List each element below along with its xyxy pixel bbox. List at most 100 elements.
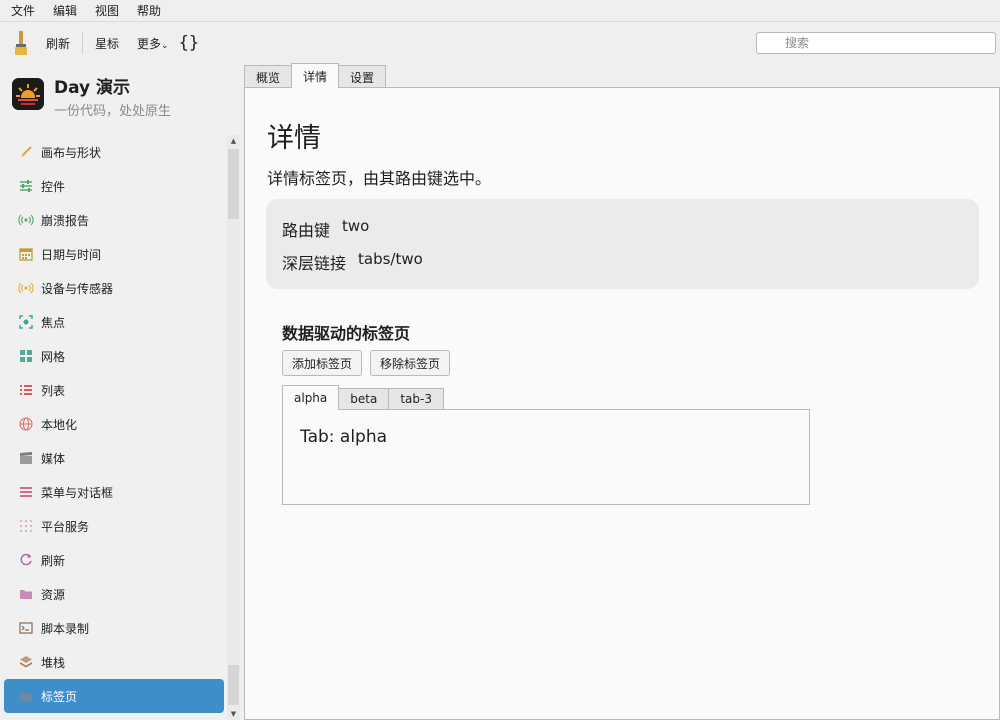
sidebar-item-label: 平台服务 [41, 519, 90, 534]
sidebar-item-media[interactable]: 媒体 [4, 441, 224, 475]
braces-button[interactable]: {} [179, 33, 199, 53]
menu-file[interactable]: 文件 [0, 2, 42, 19]
menu-view[interactable]: 视图 [84, 2, 126, 19]
tab-beta[interactable]: beta [338, 388, 390, 409]
more-button-label: 更多 [137, 36, 162, 51]
broadcast-icon [18, 212, 34, 228]
broom-icon[interactable] [8, 28, 34, 58]
sidebar-item-controls[interactable]: 控件 [4, 169, 224, 203]
section-title: 数据驱动的标签页 [282, 324, 411, 343]
grid-icon [18, 348, 34, 364]
sidebar-item-tabs[interactable]: 标签页 [4, 679, 224, 713]
calendar-icon [18, 246, 34, 262]
sidebar-item-label: 日期与时间 [41, 247, 102, 262]
route-key-row: 路由键 two [282, 217, 369, 241]
sidebar-item-label: 媒体 [41, 451, 66, 466]
sidebar-item-localization[interactable]: 本地化 [4, 407, 224, 441]
sidebar: Day 演示 一份代码，处处原生 画布与形状 控件 崩溃报告 日期与时间 设备与… [0, 64, 244, 720]
star-button[interactable]: 星标 [89, 35, 125, 52]
scroll-up-icon[interactable]: ▲ [227, 135, 240, 147]
sidebar-scrollbar[interactable]: ▲ ▼ [227, 135, 240, 720]
sidebar-item-resources[interactable]: 资源 [4, 577, 224, 611]
scroll-down-icon[interactable]: ▼ [227, 708, 240, 720]
menu-bar: 文件 编辑 视图 帮助 [0, 0, 1000, 22]
focus-icon [18, 314, 34, 330]
tab-settings[interactable]: 设置 [338, 65, 387, 88]
tab-panel-text: Tab: alpha [300, 427, 388, 447]
sidebar-item-label: 脚本录制 [41, 621, 90, 636]
brand-subtitle: 一份代码，处处原生 [54, 104, 172, 119]
folder-icon [18, 586, 34, 602]
deep-link-label: 深层链接 [282, 254, 347, 273]
dots-icon [18, 518, 34, 534]
remove-tab-button[interactable]: 移除标签页 [370, 350, 451, 376]
sidebar-item-label: 资源 [41, 587, 66, 602]
search-input[interactable] [756, 32, 996, 54]
data-tabs: alpha beta tab-3 [282, 385, 444, 410]
tab-3[interactable]: tab-3 [388, 388, 444, 409]
toolbar: 刷新 星标 更多⌄ {} [0, 22, 1000, 64]
sidebar-item-grid[interactable]: 网格 [4, 339, 224, 373]
sensor-icon [18, 280, 34, 296]
route-key-label: 路由键 [282, 221, 331, 240]
detail-panel: 详情 详情标签页，由其路由键选中。 路由键 two 深层链接 tabs/two … [244, 87, 1000, 720]
sidebar-item-label: 刷新 [41, 553, 66, 568]
sidebar-item-focus[interactable]: 焦点 [4, 305, 224, 339]
tab-details[interactable]: 详情 [291, 63, 340, 88]
sidebar-item-menus-dialogs[interactable]: 菜单与对话框 [4, 475, 224, 509]
sidebar-item-label: 堆栈 [41, 655, 66, 670]
sidebar-item-label: 画布与形状 [41, 145, 102, 160]
sidebar-item-stack[interactable]: 堆栈 [4, 645, 224, 679]
sidebar-item-devices-sensors[interactable]: 设备与传感器 [4, 271, 224, 305]
sidebar-item-refresh[interactable]: 刷新 [4, 543, 224, 577]
tab-overview[interactable]: 概览 [244, 65, 293, 88]
menu-edit[interactable]: 编辑 [42, 2, 84, 19]
globe-icon [18, 416, 34, 432]
scrollbar-track-segment [228, 665, 239, 705]
page-title: 详情 [267, 123, 321, 154]
terminal-icon [18, 620, 34, 636]
sidebar-item-label: 标签页 [41, 689, 78, 704]
add-tab-button[interactable]: 添加标签页 [282, 350, 363, 376]
sidebar-item-date-time[interactable]: 日期与时间 [4, 237, 224, 271]
sidebar-item-list[interactable]: 列表 [4, 373, 224, 407]
stack-icon [18, 654, 34, 670]
menu-icon [18, 484, 34, 500]
sunrise-logo-icon [12, 78, 44, 110]
sidebar-item-label: 控件 [41, 179, 66, 194]
sidebar-item-crash-reports[interactable]: 崩溃报告 [4, 203, 224, 237]
sidebar-item-label: 焦点 [41, 315, 66, 330]
scrollbar-thumb[interactable] [228, 149, 239, 219]
sidebar-item-script-recording[interactable]: 脚本录制 [4, 611, 224, 645]
sidebar-item-canvas[interactable]: 画布与形状 [4, 135, 224, 169]
clapper-icon [18, 450, 34, 466]
menu-help[interactable]: 帮助 [126, 2, 168, 19]
brand-title: Day 演示 [54, 78, 131, 98]
brush-icon [18, 144, 34, 160]
deep-link-value: tabs/two [358, 250, 423, 268]
sidebar-nav: 画布与形状 控件 崩溃报告 日期与时间 设备与传感器 焦点 网格 列表 本地化 … [4, 135, 224, 713]
brand: Day 演示 一份代码，处处原生 [12, 78, 171, 119]
more-button[interactable]: 更多⌄ [131, 35, 175, 52]
sidebar-item-label: 网格 [41, 349, 66, 364]
tabs-icon [18, 688, 34, 704]
tab-alpha[interactable]: alpha [282, 385, 340, 410]
sidebar-item-label: 设备与传感器 [41, 281, 114, 296]
sidebar-item-label: 列表 [41, 383, 66, 398]
route-key-value: two [342, 217, 370, 235]
sidebar-item-label: 菜单与对话框 [41, 485, 114, 500]
deep-link-row: 深层链接 tabs/two [282, 250, 423, 274]
toolbar-divider [82, 32, 84, 54]
refresh-icon [18, 552, 34, 568]
chevron-down-icon: ⌄ [161, 40, 169, 51]
sidebar-item-platform-services[interactable]: 平台服务 [4, 509, 224, 543]
main-tabs: 概览 详情 设置 [244, 63, 387, 88]
refresh-button[interactable]: 刷新 [40, 35, 76, 52]
page-description: 详情标签页，由其路由键选中。 [267, 169, 492, 188]
sidebar-item-label: 本地化 [41, 417, 78, 432]
route-info-card: 路由键 two 深层链接 tabs/two [266, 199, 979, 289]
sliders-icon [18, 178, 34, 194]
sidebar-item-label: 崩溃报告 [41, 213, 90, 228]
data-tab-panel: Tab: alpha [282, 409, 810, 505]
list-icon [18, 382, 34, 398]
